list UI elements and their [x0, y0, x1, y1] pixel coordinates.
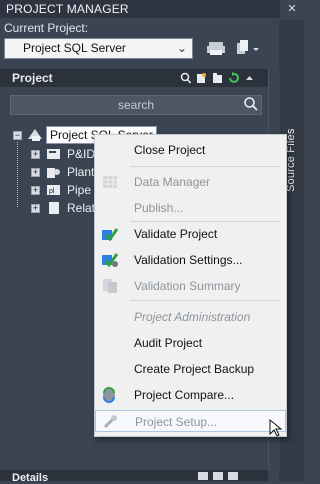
tree-expander-plant[interactable]: +: [31, 168, 40, 177]
validation-settings-icon: [101, 252, 119, 268]
menu-separator: [130, 300, 280, 301]
tree-expander-pipe[interactable]: +: [31, 186, 40, 195]
menu-item-label: Data Manager: [134, 175, 211, 189]
tree-item-related[interactable]: Relat: [67, 201, 95, 215]
project-header-toolbar: [180, 72, 255, 86]
search-icon[interactable]: [180, 72, 192, 84]
menu-section-label: Project Administration: [134, 310, 251, 324]
menu-item-project-compare[interactable]: Project Compare...: [95, 384, 286, 406]
close-icon[interactable]: ✕: [286, 3, 298, 15]
related-files-icon: [46, 201, 62, 218]
current-project-select[interactable]: Project SQL Server ⌄: [4, 38, 193, 59]
validate-icon: [101, 226, 119, 242]
menu-item-label: Validation Summary: [134, 279, 241, 293]
tree-connector: [17, 142, 18, 207]
refresh-icon[interactable]: [228, 72, 239, 84]
menu-item-validation-settings[interactable]: Validation Settings...: [95, 249, 286, 271]
printer-icon[interactable]: [206, 38, 227, 59]
menu-item-validation-summary[interactable]: Validation Summary: [95, 275, 286, 297]
details-icon-1[interactable]: [198, 472, 208, 480]
menu-item-label: Project Setup...: [135, 415, 218, 429]
menu-item-data-manager[interactable]: Data Manager: [95, 171, 286, 193]
new-project-icon[interactable]: [196, 72, 207, 84]
tree-expander-related[interactable]: +: [31, 204, 40, 213]
compare-icon: [101, 387, 119, 403]
pid-folder-icon: [46, 147, 62, 164]
open-project-icon[interactable]: [212, 72, 223, 84]
menu-item-project-setup[interactable]: Project Setup...: [95, 410, 286, 432]
summary-icon: [101, 278, 119, 294]
context-menu: Close Project Data Manager Publish... Va…: [94, 134, 287, 437]
tree-item-pid[interactable]: P&ID: [67, 147, 95, 161]
search-input[interactable]: search: [10, 95, 262, 115]
copy-icon[interactable]: [232, 38, 260, 59]
grid-icon: [101, 174, 119, 190]
menu-section-project-administration: Project Administration: [95, 306, 286, 328]
current-project-label: Current Project:: [4, 21, 89, 35]
plant-folder-icon: [46, 165, 62, 182]
menu-item-label: Project Compare...: [134, 388, 235, 402]
palette-title: PROJECT MANAGER: [0, 0, 280, 18]
menu-item-publish[interactable]: Publish...: [95, 197, 286, 219]
tree-expander-pid[interactable]: +: [31, 150, 40, 159]
tree-item-pipe[interactable]: Pipe: [67, 183, 91, 197]
menu-separator: [130, 221, 280, 222]
menu-item-create-backup[interactable]: Create Project Backup: [95, 358, 286, 380]
search-icon[interactable]: [243, 96, 259, 112]
menu-item-validate-project[interactable]: Validate Project: [95, 223, 286, 245]
menu-item-label: Publish...: [134, 201, 184, 215]
tree-expander-root[interactable]: −: [13, 131, 22, 140]
pipe-folder-icon: pl: [46, 183, 62, 200]
project-root-icon: [26, 127, 44, 146]
mouse-pointer-icon: [269, 418, 283, 437]
menu-item-label: Create Project Backup: [134, 362, 255, 376]
svg-text:pl: pl: [49, 188, 55, 195]
details-icon-3[interactable]: [228, 472, 238, 480]
chevron-down-icon[interactable]: ⌄: [177, 39, 187, 58]
menu-item-label: Validate Project: [134, 227, 218, 241]
menu-item-audit-project[interactable]: Audit Project: [95, 332, 286, 354]
menu-item-close-project[interactable]: Close Project: [95, 139, 286, 161]
menu-item-label: Audit Project: [134, 336, 203, 350]
current-project-value: Project SQL Server: [23, 41, 126, 55]
tree-item-plant[interactable]: Plant: [67, 165, 94, 179]
menu-item-label: Close Project: [134, 143, 206, 157]
details-icon-2[interactable]: [213, 472, 223, 480]
details-label: Details: [12, 472, 49, 484]
menu-separator: [130, 166, 280, 167]
details-toolbar: [198, 472, 238, 480]
setup-wrench-icon: [102, 414, 120, 430]
menu-item-label: Validation Settings...: [134, 253, 243, 267]
collapse-icon[interactable]: [244, 72, 255, 84]
